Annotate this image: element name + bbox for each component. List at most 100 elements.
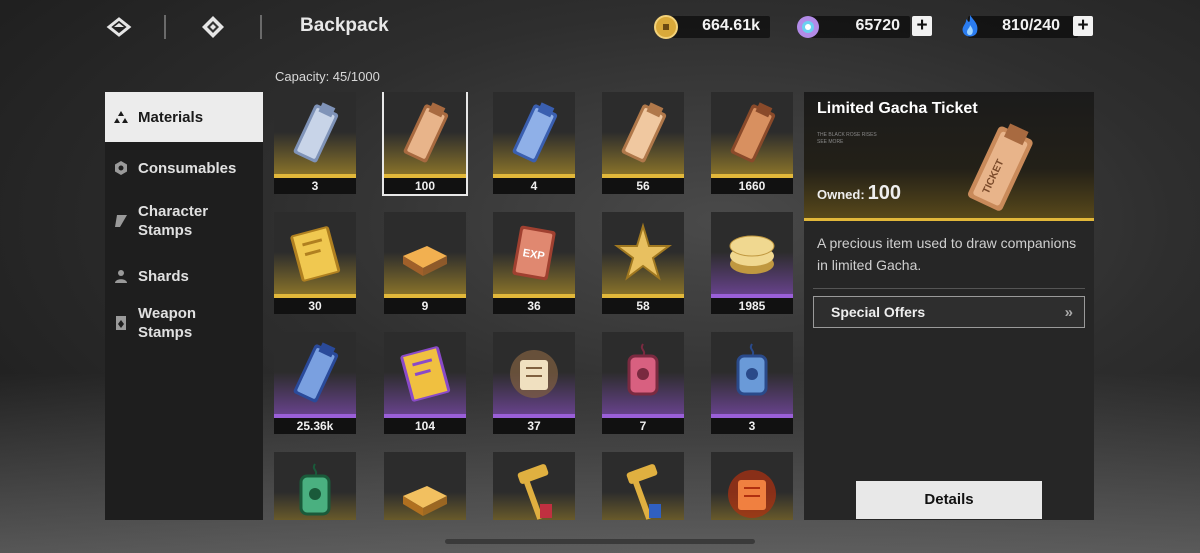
selection-frame	[382, 92, 468, 196]
grid-item[interactable]: 58	[602, 212, 684, 314]
currency-coin: 664.61k	[652, 13, 772, 41]
blue-star-ticket-icon	[293, 342, 339, 403]
grid-item[interactable]	[711, 452, 793, 520]
fire-scroll-icon	[728, 470, 776, 518]
special-offers-label: Special Offers	[831, 304, 926, 320]
owned-count: Owned: 100	[817, 182, 901, 205]
grid-item[interactable]: 7	[602, 332, 684, 434]
sidebar-item-consumables[interactable]: Consumables	[105, 144, 263, 192]
grid-item[interactable]: 56	[602, 92, 684, 194]
grid-item[interactable]	[602, 452, 684, 520]
silver-ticket-icon	[293, 102, 339, 163]
fine-print-line: THE BLACK ROSE RISES	[817, 132, 877, 138]
limited-gacha-ticket-icon: TICKET	[968, 123, 1033, 211]
grid-item[interactable]: 4	[493, 92, 575, 194]
item-count: 9	[384, 298, 466, 314]
stamp-icon	[115, 215, 127, 227]
purple-book-icon	[400, 346, 451, 402]
grid-item[interactable]: 3	[274, 92, 356, 194]
item-detail-panel: TICKET Limited Gacha Ticket THE BLACK RO…	[804, 92, 1094, 520]
coin-stack-icon	[729, 235, 775, 274]
energy-amount: 810/240	[1002, 17, 1060, 34]
grid-item[interactable]: 30	[274, 212, 356, 314]
grid-item[interactable]: 25.36k	[274, 332, 356, 434]
bronze-ticket-icon	[621, 102, 667, 163]
sidebar-item-shards[interactable]: Shards	[105, 256, 263, 296]
item-count: 56	[602, 178, 684, 194]
owned-label: Owned:	[817, 187, 865, 202]
grid-item[interactable]: 9	[384, 212, 466, 314]
scroll-bundle-icon	[510, 350, 558, 398]
copper-ticket-icon	[730, 102, 776, 163]
home-diamond-icon[interactable]	[200, 14, 226, 40]
item-grid: 3 100 4 56 1660 30 9 EXP 36 58 1985 25.36k 104 37 7 3	[274, 92, 796, 520]
grid-item[interactable]	[384, 452, 466, 520]
hexagon-icon	[115, 161, 127, 175]
gold-star-icon	[614, 222, 672, 281]
sidebar-item-materials[interactable]: Materials	[105, 92, 263, 142]
blue-hammer-icon	[626, 464, 661, 520]
sidebar-item-label: Weapon Stamps	[138, 305, 197, 341]
grid-item[interactable]: 100	[382, 92, 468, 196]
gold-bar-icon	[403, 486, 447, 516]
item-count: 7	[602, 418, 684, 434]
gem-amount: 65720	[855, 17, 901, 34]
grid-item[interactable]	[493, 452, 575, 520]
exp-card-icon: EXP	[512, 225, 556, 281]
sidebar-item-character-stamps[interactable]: Character Stamps	[105, 196, 263, 246]
sidebar-item-label: Shards	[138, 267, 189, 285]
back-icon[interactable]	[106, 14, 132, 40]
item-title: Limited Gacha Ticket	[817, 100, 978, 117]
item-fine-print: THE BLACK ROSE RISES SEE MORE	[817, 132, 877, 146]
item-count: 104	[384, 418, 466, 434]
currency-energy: 810/240 +	[956, 13, 1096, 41]
grid-item[interactable]: 37	[493, 332, 575, 434]
currency-gem: 65720 +	[794, 13, 934, 41]
item-count: 58	[602, 298, 684, 314]
gold-book-icon	[290, 226, 341, 282]
triangle-cluster-icon	[114, 111, 128, 123]
category-sidebar: Materials Consumables Character Stamps S…	[105, 92, 263, 520]
item-count: 25.36k	[274, 418, 356, 434]
sidebar-item-weapon-stamps[interactable]: Weapon Stamps	[105, 298, 263, 348]
home-indicator	[445, 539, 755, 544]
coin-icon	[654, 15, 678, 39]
coin-amount: 664.61k	[702, 17, 760, 34]
page-title: Backpack	[300, 15, 389, 36]
item-count: 1985	[711, 298, 793, 314]
capacity-label: Capacity: 45/1000	[275, 69, 380, 84]
item-description: A precious item used to draw companions …	[817, 235, 1077, 273]
owned-value: 100	[867, 182, 902, 204]
sidebar-item-label: Materials	[138, 108, 204, 126]
grid-item[interactable]: 1660	[711, 92, 793, 194]
green-charm-icon	[299, 463, 331, 516]
blue-ticket-icon	[512, 102, 558, 163]
grid-item[interactable]	[274, 452, 356, 520]
item-count: 30	[274, 298, 356, 314]
item-count: 36	[493, 298, 575, 314]
special-offers-button[interactable]: Special Offers »	[813, 296, 1085, 328]
fine-print-line: SEE MORE	[817, 139, 844, 145]
item-count: 37	[493, 418, 575, 434]
blue-flame-icon	[962, 15, 978, 37]
item-count: 1660	[711, 178, 793, 194]
add-energy-button[interactable]: +	[1073, 16, 1093, 36]
blue-charm-icon	[736, 343, 768, 396]
separator	[260, 15, 262, 39]
red-hammer-icon	[517, 464, 552, 520]
grid-item[interactable]: 3	[711, 332, 793, 434]
add-gem-button[interactable]: +	[912, 16, 932, 36]
grid-item[interactable]: 104	[384, 332, 466, 434]
gold-bars-icon	[403, 246, 447, 276]
detail-hero: TICKET Limited Gacha Ticket THE BLACK RO…	[804, 92, 1094, 220]
grid-item[interactable]: EXP 36	[493, 212, 575, 314]
red-charm-icon	[627, 343, 659, 396]
grid-item[interactable]: 1985	[711, 212, 793, 314]
separator	[164, 15, 166, 39]
top-bar: Backpack 664.61k 65720 + 810/240 +	[0, 0, 1200, 56]
sidebar-item-label: Character Stamps	[138, 203, 209, 239]
sidebar-item-label: Consumables	[138, 159, 237, 177]
details-button[interactable]: Details	[856, 481, 1042, 519]
item-count: 4	[493, 178, 575, 194]
item-count: 3	[274, 178, 356, 194]
